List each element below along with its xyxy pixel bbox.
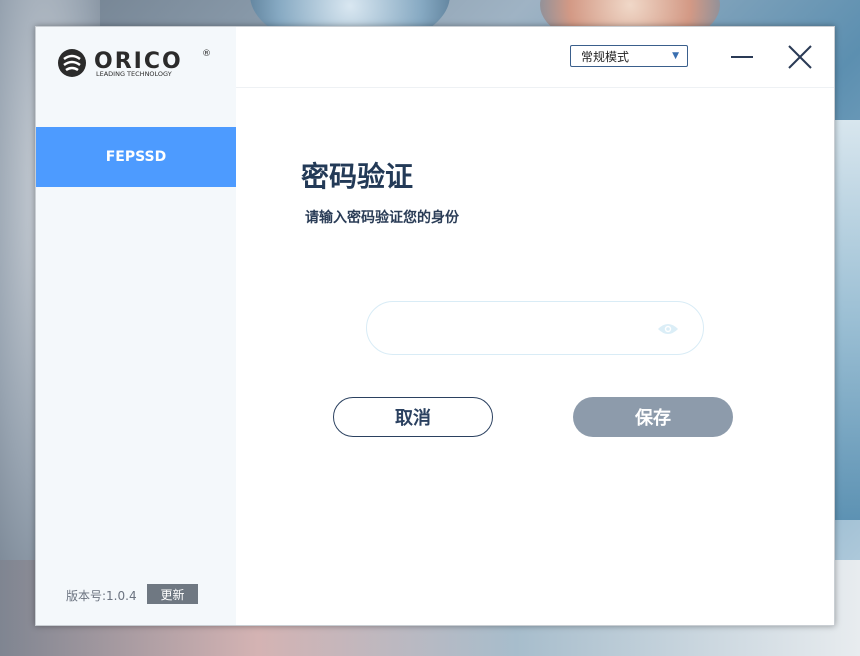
- registered-mark: ®: [202, 49, 211, 59]
- page-title: 密码验证: [301, 160, 414, 193]
- orico-logo: ORICO LEADING TECHNOLOGY ®: [56, 43, 216, 83]
- top-bar: 常规模式 ▼: [236, 27, 834, 88]
- cancel-button[interactable]: 取消: [333, 397, 493, 437]
- page-subtitle: 请输入密码验证您的身份: [305, 210, 459, 226]
- sidebar: ORICO LEADING TECHNOLOGY ® FEPSSD 版本号:1.…: [36, 27, 236, 625]
- logo-mark: ORICO LEADING TECHNOLOGY ®: [58, 49, 211, 78]
- app-window: ORICO LEADING TECHNOLOGY ® FEPSSD 版本号:1.…: [35, 26, 835, 626]
- update-button[interactable]: 更新: [147, 584, 198, 604]
- eye-icon[interactable]: [657, 321, 679, 335]
- brand-tagline: LEADING TECHNOLOGY: [96, 70, 172, 78]
- sidebar-item-label: FEPSSD: [105, 149, 167, 165]
- save-button[interactable]: 保存: [573, 397, 733, 437]
- sidebar-item-fepssd[interactable]: FEPSSD: [36, 127, 236, 187]
- version-label: 版本号:1.0.4: [66, 589, 137, 603]
- mode-select[interactable]: 常规模式 ▼: [570, 45, 688, 67]
- dropdown-arrow-icon: ▼: [672, 51, 679, 61]
- mode-select-value: 常规模式: [581, 49, 630, 64]
- close-icon[interactable]: [787, 44, 813, 70]
- minimize-icon[interactable]: [729, 45, 755, 67]
- password-field-container: [366, 301, 704, 355]
- password-input[interactable]: [387, 314, 651, 344]
